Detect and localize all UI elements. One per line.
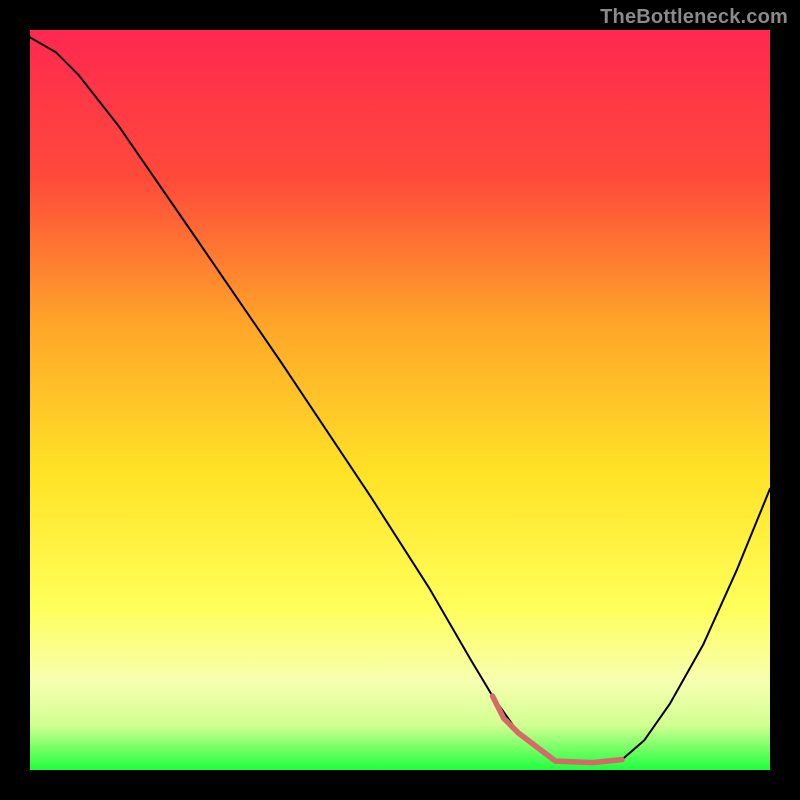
chart-container: TheBottleneck.com <box>0 0 800 800</box>
watermark-text: TheBottleneck.com <box>600 6 788 29</box>
chart-svg <box>0 0 800 800</box>
plot-background <box>30 30 770 770</box>
